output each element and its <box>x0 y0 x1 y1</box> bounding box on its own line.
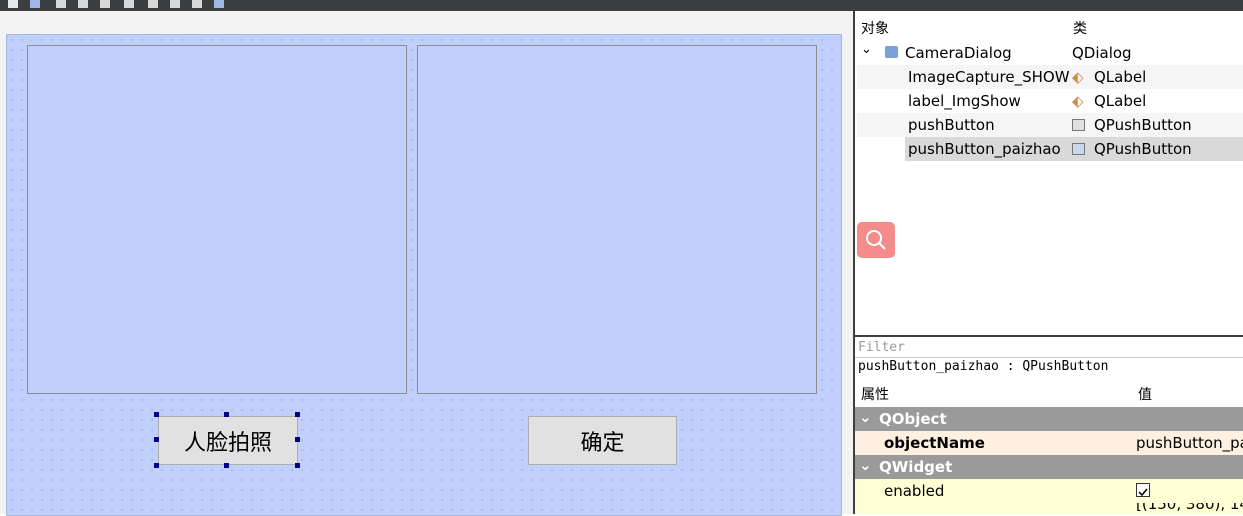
object-class: QPushButton <box>1094 140 1192 158</box>
property-geometry-partial[interactable]: [(150, 380), 141 <box>855 503 1243 514</box>
dialog-form[interactable]: 人脸拍照 确定 <box>6 34 842 516</box>
selection-handle[interactable] <box>224 412 229 417</box>
object-class: QPushButton <box>1094 116 1192 134</box>
edit-signals-icon[interactable] <box>30 0 40 8</box>
adjust-size-icon[interactable] <box>214 0 224 8</box>
tree-row-image-capture-show[interactable]: ImageCapture_SHOW ⬖ QLabel <box>857 65 1243 89</box>
layout-splitter-h-icon[interactable] <box>100 0 110 8</box>
class-column-header[interactable]: 类 <box>1073 18 1087 38</box>
property-objectname[interactable]: objectName pushButton_pa <box>855 431 1243 455</box>
tree-row-camera-dialog[interactable]: ⌄ CameraDialog QDialog <box>857 41 1243 65</box>
edit-widgets-icon[interactable] <box>8 0 18 8</box>
selection-handle[interactable] <box>154 437 159 442</box>
design-canvas: 人脸拍照 确定 <box>0 11 853 516</box>
layout-grid-icon[interactable] <box>170 0 180 8</box>
selection-handle[interactable] <box>295 412 300 417</box>
object-name: pushButton_paizhao <box>908 140 1061 158</box>
selected-object-title: pushButton_paizhao : QPushButton <box>855 357 1243 377</box>
value-column-header[interactable]: 值 <box>1138 384 1152 404</box>
selection-handle[interactable] <box>154 463 159 468</box>
property-column-header[interactable]: 属性 <box>861 384 889 404</box>
object-class: QDialog <box>1072 44 1132 62</box>
break-layout-icon[interactable] <box>192 0 202 8</box>
collapse-chevron-icon[interactable]: ⌄ <box>859 456 872 474</box>
push-button-icon <box>1072 119 1085 131</box>
right-panels: 对象 类 ⌄ CameraDialog QDialog ImageCapture… <box>853 11 1243 514</box>
search-button[interactable] <box>857 222 895 258</box>
object-name: pushButton <box>908 116 995 134</box>
group-label: QWidget <box>879 458 953 476</box>
enabled-checkbox[interactable] <box>1136 483 1150 497</box>
selection-handle[interactable] <box>295 437 300 442</box>
property-editor: Filter pushButton_paizhao : QPushButton … <box>855 333 1243 514</box>
object-column-header[interactable]: 对象 <box>861 18 889 38</box>
object-class: QLabel <box>1094 92 1147 110</box>
group-label: QObject <box>879 410 947 428</box>
layout-splitter-v-icon[interactable] <box>124 0 134 8</box>
layout-horizontal-icon[interactable] <box>56 0 66 8</box>
search-icon <box>866 230 886 250</box>
layout-form-icon[interactable] <box>148 0 158 8</box>
tag-icon: ⬖ <box>1072 92 1084 110</box>
label-img-show[interactable] <box>417 45 817 394</box>
dialog-icon <box>885 46 898 58</box>
tree-row-label-imgshow[interactable]: label_ImgShow ⬖ QLabel <box>857 89 1243 113</box>
collapse-chevron-icon[interactable]: ⌄ <box>859 408 872 426</box>
property-header: 属性 值 <box>855 381 1243 405</box>
selection-handle[interactable] <box>224 463 229 468</box>
tree-row-pushbutton-paizhao[interactable]: pushButton_paizhao QPushButton <box>857 137 1243 161</box>
group-qobject[interactable]: ⌄ QObject <box>855 407 1243 431</box>
property-enabled[interactable]: enabled <box>855 479 1243 503</box>
property-value[interactable]: pushButton_pa <box>1136 434 1243 452</box>
expand-chevron-icon[interactable]: ⌄ <box>861 42 872 57</box>
property-name: enabled <box>884 482 945 500</box>
group-qwidget[interactable]: ⌄ QWidget <box>855 455 1243 479</box>
object-class: QLabel <box>1094 68 1147 86</box>
property-value[interactable]: [(150, 380), 141 <box>1136 503 1243 513</box>
toolbar <box>0 0 1243 11</box>
confirm-button[interactable]: 确定 <box>528 416 677 465</box>
object-name: ImageCapture_SHOW <box>908 68 1070 86</box>
check-icon <box>1138 488 1148 497</box>
capture-face-button[interactable]: 人脸拍照 <box>158 416 298 465</box>
tag-icon: ⬖ <box>1072 68 1084 86</box>
object-name: label_ImgShow <box>908 92 1021 110</box>
tree-row-pushbutton[interactable]: pushButton QPushButton <box>857 113 1243 137</box>
selection-handle[interactable] <box>154 412 159 417</box>
push-button-icon <box>1072 143 1085 155</box>
property-name: objectName <box>884 434 985 452</box>
layout-vertical-icon[interactable] <box>78 0 88 8</box>
image-capture-show-label[interactable] <box>27 45 407 394</box>
selection-handle[interactable] <box>295 463 300 468</box>
object-name: CameraDialog <box>905 44 1012 62</box>
filter-input[interactable]: Filter <box>855 335 1243 357</box>
